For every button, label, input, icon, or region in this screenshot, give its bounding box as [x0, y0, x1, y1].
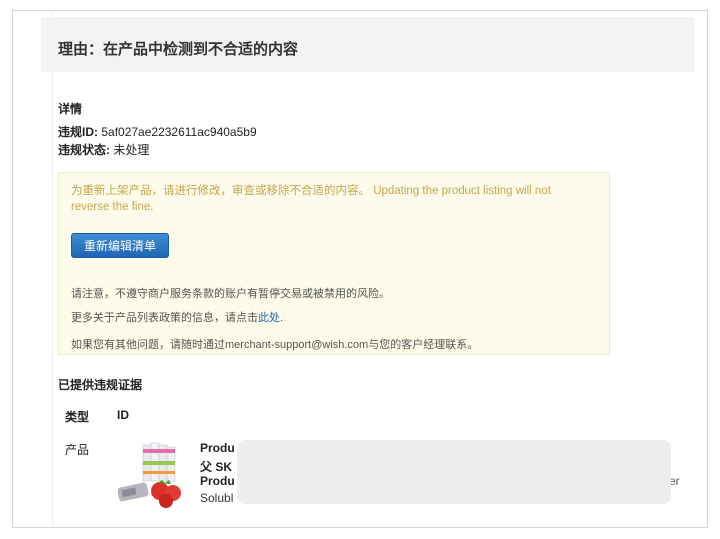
contact-note: 如果您有其他问题，请随时通过merchant-support@wish.com与… [71, 339, 479, 351]
row-type-value: 产品 [65, 443, 90, 457]
redaction-overlay [237, 440, 671, 504]
policy-note-text: 更多关于产品列表政策的信息，请点击 [71, 312, 258, 324]
evidence-heading: 已提供违规证据 [58, 378, 143, 392]
product-line-3: Produ [200, 474, 235, 488]
product-line-1: Produ [200, 441, 235, 455]
notice-warning: 为重新上架产品，请进行修改，审查或移除不合适的内容。 Updating the … [71, 185, 551, 213]
policy-link[interactable]: 此处 [258, 312, 280, 324]
policy-note: 更多关于产品列表政策的信息，请点击此处. [71, 309, 283, 325]
col-header-type: 类型 [65, 410, 90, 424]
product-line-4: Solubl [200, 491, 234, 505]
col-header-id: ID [117, 408, 129, 422]
reason-title: 理由：在产品中检测到不合适的内容 [58, 41, 299, 58]
violation-status-value: 未处理 [113, 143, 150, 157]
notice-box: 为重新上架产品，请进行修改，审查或移除不合适的内容。 Updating the … [58, 172, 610, 355]
edit-listing-button[interactable]: 重新编辑清单 [71, 233, 169, 258]
violation-id-value: 5af027ae2232611ac940a5b9 [101, 125, 257, 139]
product-thumbnail[interactable] [118, 441, 190, 509]
violation-status-label: 违规状态: [58, 143, 110, 157]
violation-id: 违规ID: 5af027ae2232611ac940a5b9 [58, 123, 257, 140]
violation-status: 违规状态: 未处理 [58, 141, 149, 158]
violation-id-label: 违规ID: [58, 125, 98, 139]
terms-note: 请注意，不遵守商户服务条款的账户有暂停交易或被禁用的风险。 [71, 288, 390, 300]
details-heading: 详情 [58, 102, 83, 116]
policy-note-suffix: . [280, 312, 284, 324]
product-line-2: 父 SK [200, 460, 233, 474]
